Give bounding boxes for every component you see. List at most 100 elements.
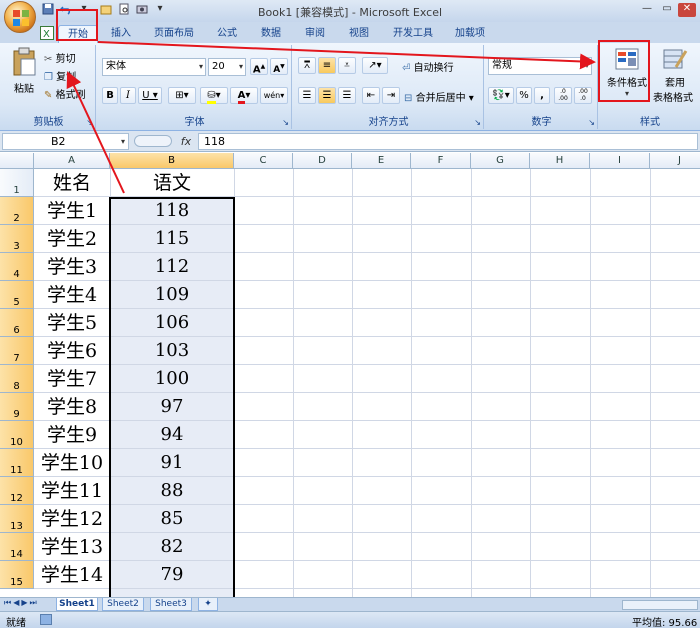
row-header[interactable]: 8 xyxy=(0,365,34,393)
cell-a[interactable]: 学生10 xyxy=(34,449,110,477)
column-header-g[interactable]: G xyxy=(471,153,530,169)
sheet-tab-2[interactable]: Sheet2 xyxy=(102,598,144,611)
italic-button[interactable]: I xyxy=(120,87,136,104)
column-header-c[interactable]: C xyxy=(234,153,293,169)
paste-button[interactable]: 粘贴 xyxy=(6,47,42,101)
cell-a[interactable]: 姓名 xyxy=(34,169,110,197)
font-size-combo[interactable]: 20 ▾ xyxy=(208,58,246,76)
font-color-button[interactable]: A▾ xyxy=(230,87,258,104)
cell-a[interactable]: 学生4 xyxy=(34,281,110,309)
column-header-h[interactable]: H xyxy=(530,153,590,169)
tab-data[interactable]: 数据 xyxy=(254,25,288,43)
column-header-j[interactable]: J xyxy=(650,153,700,169)
row-header[interactable]: 3 xyxy=(0,225,34,253)
column-header-e[interactable]: E xyxy=(352,153,411,169)
decrease-decimal-button[interactable]: .00 .0 xyxy=(574,87,592,104)
worksheet-grid[interactable]: A B C D E F G H I J 1 姓名 语文 2 学生1 118 3 学生2 115 4… xyxy=(0,153,700,597)
row-header[interactable]: 7 xyxy=(0,337,34,365)
formula-input[interactable]: 118 xyxy=(198,133,698,150)
dialog-launcher-icon[interactable]: ↘ xyxy=(474,118,481,127)
grow-font-button[interactable]: A▲ xyxy=(250,58,268,75)
dialog-launcher-icon[interactable]: ↘ xyxy=(282,118,289,127)
align-right-icon[interactable]: ☰ xyxy=(338,87,356,104)
align-left-icon[interactable]: ☰ xyxy=(298,87,316,104)
maximize-icon[interactable]: ▭ xyxy=(658,3,676,17)
row-header[interactable]: 13 xyxy=(0,505,34,533)
cell-a[interactable]: 学生11 xyxy=(34,477,110,505)
row-header[interactable]: 2 xyxy=(0,197,34,225)
dialog-launcher-icon[interactable]: ↘ xyxy=(86,118,93,127)
tab-view[interactable]: 视图 xyxy=(342,25,376,43)
tab-formulas[interactable]: 公式 xyxy=(210,25,244,43)
column-header-b[interactable]: B xyxy=(110,153,234,169)
percent-button[interactable]: % xyxy=(516,87,532,104)
row-header[interactable]: 12 xyxy=(0,477,34,505)
cell-a[interactable]: 学生7 xyxy=(34,365,110,393)
row-header[interactable]: 11 xyxy=(0,449,34,477)
row-header[interactable]: 10 xyxy=(0,421,34,449)
cell-a[interactable]: 学生2 xyxy=(34,225,110,253)
sheet-tab-1[interactable]: Sheet1 xyxy=(56,598,98,611)
row-header[interactable]: 15 xyxy=(0,561,34,589)
conditional-format-button[interactable]: 条件格式 ▾ xyxy=(604,47,650,103)
cell-a[interactable]: 学生8 xyxy=(34,393,110,421)
increase-indent-icon[interactable]: ⇥ xyxy=(382,87,400,104)
wrap-text-button[interactable]: ⏎ 自动换行 xyxy=(402,59,454,74)
cell-a[interactable]: 学生5 xyxy=(34,309,110,337)
column-header-f[interactable]: F xyxy=(411,153,471,169)
phonetic-button[interactable]: wén▾ xyxy=(260,87,288,104)
currency-button[interactable]: 💱▾ xyxy=(488,87,514,104)
align-top-icon[interactable]: ⩞ xyxy=(298,57,316,74)
horizontal-scrollbar[interactable] xyxy=(622,600,698,610)
row-header[interactable]: 1 xyxy=(0,169,34,197)
cell-b[interactable]: 语文 xyxy=(110,169,234,197)
dialog-launcher-icon[interactable]: ↘ xyxy=(588,118,595,127)
shrink-font-button[interactable]: A▼ xyxy=(270,58,288,75)
insert-function-icon[interactable]: fx xyxy=(176,133,196,150)
office-button[interactable] xyxy=(4,1,36,33)
format-as-table-button[interactable]: 套用 表格格式 xyxy=(652,47,698,104)
align-center-icon[interactable]: ☰ xyxy=(318,87,336,104)
tab-developer[interactable]: 开发工具 xyxy=(386,25,440,43)
fill-color-button[interactable]: ⛁▾ xyxy=(200,87,228,104)
tab-page-layout[interactable]: 页面布局 xyxy=(146,25,202,43)
row-header[interactable]: 4 xyxy=(0,253,34,281)
cell-a[interactable]: 学生3 xyxy=(34,253,110,281)
number-format-combo[interactable]: 常规 ▾ xyxy=(488,57,592,75)
minimize-icon[interactable]: — xyxy=(638,3,656,17)
orientation-icon[interactable]: ↗▾ xyxy=(362,57,388,74)
sheet-tab-3[interactable]: Sheet3 xyxy=(150,598,192,611)
decrease-indent-icon[interactable]: ⇤ xyxy=(362,87,380,104)
copy-button[interactable]: ❐ 复制 xyxy=(44,68,76,83)
borders-button[interactable]: ⊞▾ xyxy=(168,87,196,104)
align-bottom-icon[interactable]: ⩡ xyxy=(338,57,356,74)
cell-a[interactable]: 学生12 xyxy=(34,505,110,533)
formula-bar-splitter[interactable] xyxy=(134,135,172,147)
row-header[interactable]: 9 xyxy=(0,393,34,421)
name-box[interactable]: B2 ▾ xyxy=(2,133,129,150)
new-sheet-icon[interactable]: ✦ xyxy=(198,598,218,611)
comma-button[interactable]: , xyxy=(534,87,550,104)
column-header-a[interactable]: A xyxy=(34,153,110,169)
tab-home[interactable]: 开始 xyxy=(58,25,98,43)
close-icon[interactable]: ✕ xyxy=(678,3,696,17)
font-name-combo[interactable]: 宋体 ▾ xyxy=(102,58,206,76)
sheet-nav-icon[interactable]: ⏮◀▶⏭ xyxy=(4,598,39,608)
column-header-d[interactable]: D xyxy=(293,153,352,169)
macro-record-icon[interactable] xyxy=(40,614,52,625)
align-middle-icon[interactable]: ≡ xyxy=(318,57,336,74)
tab-addins[interactable]: 加载项 xyxy=(448,25,492,43)
column-header-i[interactable]: I xyxy=(590,153,650,169)
tab-review[interactable]: 审阅 xyxy=(298,25,332,43)
cell-a[interactable]: 学生6 xyxy=(34,337,110,365)
format-painter-button[interactable]: ✎ 格式刷 xyxy=(44,86,86,101)
row-header[interactable]: 5 xyxy=(0,281,34,309)
increase-decimal-button[interactable]: .0 .00 xyxy=(554,87,572,104)
cell-a[interactable]: 学生1 xyxy=(34,197,110,225)
merge-center-button[interactable]: ⊟ 合并后居中 ▾ xyxy=(404,89,474,104)
select-all-corner[interactable] xyxy=(0,153,34,169)
cell-a[interactable]: 学生9 xyxy=(34,421,110,449)
tab-insert[interactable]: 插入 xyxy=(104,25,138,43)
row-header[interactable]: 6 xyxy=(0,309,34,337)
row-header[interactable]: 14 xyxy=(0,533,34,561)
